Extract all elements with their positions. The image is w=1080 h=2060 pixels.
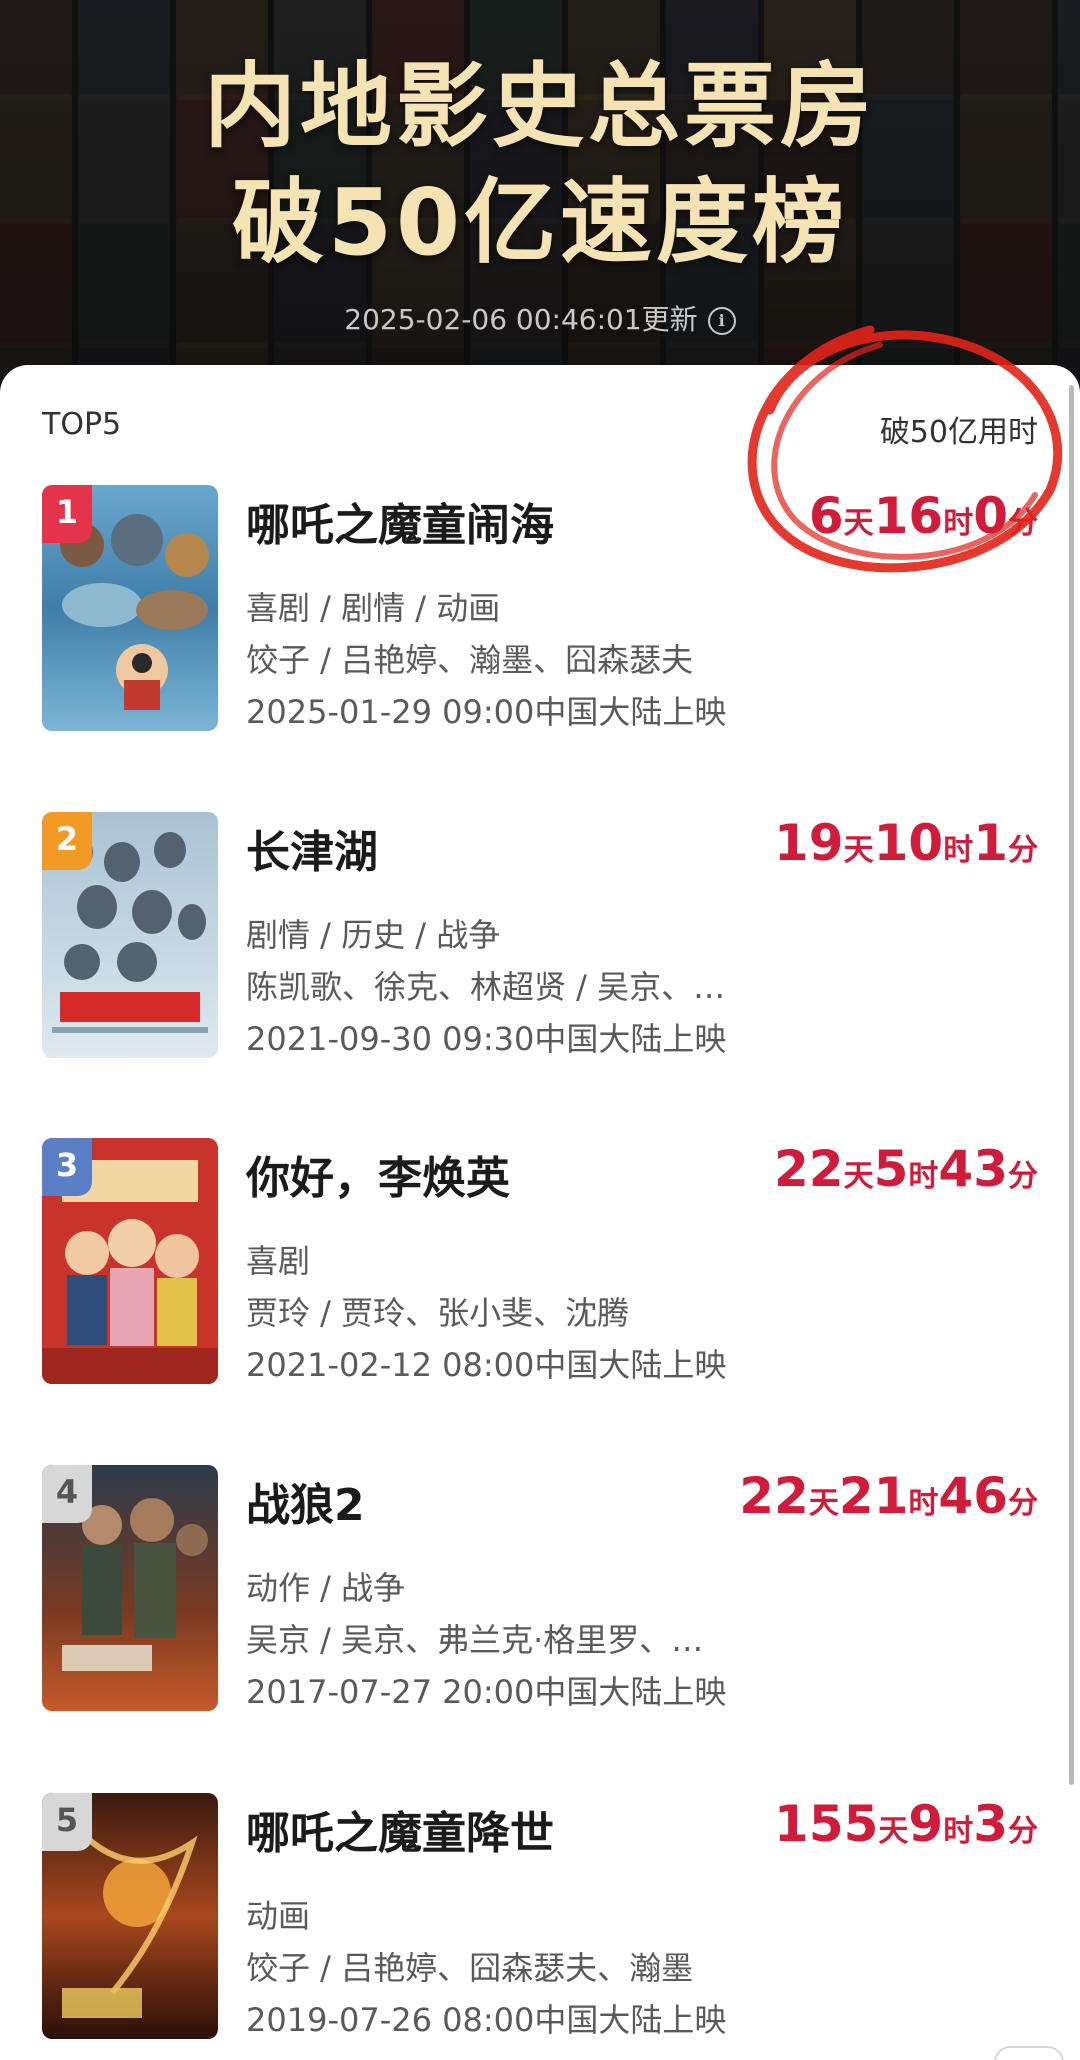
movie-row-1[interactable]: 1 哪吒之魔童闹海 6天16时0分 喜剧 / 剧情 / 动画 饺子 / 吕艳婷、…	[0, 485, 1080, 745]
movie-crew: 吴京 / 吴京、弗兰克·格里罗、…	[246, 1621, 704, 1659]
time-hours-value: 10	[873, 814, 944, 872]
rank-badge: 4	[42, 1465, 92, 1523]
time-days-value: 155	[774, 1795, 879, 1853]
breakthrough-time: 22天5时43分	[774, 1140, 1038, 1198]
movie-row-5[interactable]: 5 哪吒之魔童降世 155天9时3分 动画 饺子 / 吕艳婷、囧森瑟夫、瀚墨 2…	[0, 1793, 1080, 2053]
time-hours-unit: 时	[908, 1486, 939, 1521]
movie-genre: 动作 / 战争	[246, 1569, 406, 1607]
movie-release: 2025-01-29 09:00中国大陆上映	[246, 693, 727, 731]
time-days-value: 19	[774, 814, 844, 872]
time-hours-unit: 时	[943, 1814, 974, 1849]
watermark	[994, 2046, 1064, 2060]
movie-crew: 贾玲 / 贾玲、张小斐、沈腾	[246, 1294, 630, 1332]
movie-poster[interactable]: 2	[42, 812, 218, 1058]
movie-row-4[interactable]: 4 战狼2 22天21时46分 动作 / 战争 吴京 / 吴京、弗兰克·格里罗、…	[0, 1465, 1080, 1725]
list-header-time-label: 破50亿用时	[879, 415, 1038, 450]
breakthrough-time: 19天10时1分	[774, 814, 1038, 872]
time-hours-value: 5	[873, 1140, 909, 1198]
time-hours-unit: 时	[908, 1159, 939, 1194]
movie-release: 2019-07-26 08:00中国大陆上映	[246, 2001, 727, 2039]
time-minutes-unit: 分	[1008, 1159, 1038, 1194]
time-days-value: 22	[739, 1467, 809, 1525]
movie-row-3[interactable]: 3 你好，李焕英 22天5时43分 喜剧 贾玲 / 贾玲、张小斐、沈腾 2021…	[0, 1138, 1080, 1398]
time-hours-unit: 时	[943, 833, 974, 868]
page-title-line2: 破50亿速度榜	[231, 169, 849, 276]
page-title-line1: 内地影史总票房	[203, 53, 876, 160]
time-minutes-value: 1	[973, 814, 1008, 872]
update-time: 2025-02-06 00:46:01更新	[344, 303, 698, 336]
rank-badge: 5	[42, 1793, 92, 1851]
movie-poster[interactable]: 4	[42, 1465, 218, 1711]
time-minutes-unit: 分	[1008, 506, 1038, 541]
movie-title[interactable]: 哪吒之魔童降世	[246, 1797, 554, 1861]
movie-release: 2021-09-30 09:30中国大陆上映	[246, 1020, 727, 1058]
rank-badge: 3	[42, 1138, 92, 1196]
time-minutes-unit: 分	[1008, 1486, 1038, 1521]
movie-poster[interactable]: 3	[42, 1138, 218, 1384]
movie-title[interactable]: 你好，李焕英	[246, 1142, 510, 1206]
time-minutes-value: 43	[938, 1140, 1008, 1198]
app-root: 内地影史总票房 破50亿速度榜 2025-02-06 00:46:01更新 i T…	[0, 0, 1080, 2060]
info-icon[interactable]: i	[707, 307, 736, 335]
breakthrough-time: 155天9时3分	[774, 1795, 1038, 1853]
movie-poster[interactable]: 1	[42, 485, 218, 731]
movie-title[interactable]: 战狼2	[246, 1469, 365, 1533]
movie-crew: 陈凯歌、徐克、林超贤 / 吴京、…	[246, 968, 726, 1006]
time-minutes-value: 3	[973, 1795, 1008, 1853]
movie-crew: 饺子 / 吕艳婷、囧森瑟夫、瀚墨	[246, 1949, 694, 1987]
breakthrough-time: 22天21时46分	[739, 1467, 1038, 1525]
movie-title[interactable]: 长津湖	[246, 816, 378, 880]
time-hours-value: 21	[838, 1467, 909, 1525]
movie-release: 2017-07-27 20:00中国大陆上映	[246, 1673, 727, 1711]
rank-badge: 2	[42, 812, 92, 870]
update-time-row: 2025-02-06 00:46:01更新 i	[0, 298, 1080, 338]
header-banner: 内地影史总票房 破50亿速度榜 2025-02-06 00:46:01更新 i	[0, 0, 1080, 420]
movie-release: 2021-02-12 08:00中国大陆上映	[246, 1346, 727, 1384]
list-header-top5: TOP5	[42, 407, 122, 442]
time-minutes-value: 46	[938, 1467, 1008, 1525]
time-minutes-unit: 分	[1008, 833, 1038, 868]
time-days-value: 22	[774, 1140, 844, 1198]
movie-genre: 动画	[246, 1897, 311, 1935]
time-days-unit: 天	[808, 1486, 839, 1521]
movie-genre: 剧情 / 历史 / 战争	[246, 916, 501, 954]
time-hours-value: 16	[873, 487, 944, 545]
time-minutes-unit: 分	[1008, 1814, 1038, 1849]
watermark-logo	[994, 2046, 1064, 2060]
movie-genre: 喜剧	[246, 1242, 311, 1280]
time-hours-value: 9	[908, 1795, 944, 1853]
ranking-card: TOP5 破50亿用时 1 哪吒之魔童闹海 6天16时0分 喜剧 / 剧情 / …	[0, 365, 1080, 2060]
time-days-unit: 天	[843, 1159, 874, 1194]
time-days-unit: 天	[843, 833, 874, 868]
time-days-value: 6	[808, 487, 844, 545]
time-hours-unit: 时	[943, 506, 974, 541]
movie-crew: 饺子 / 吕艳婷、瀚墨、囧森瑟夫	[246, 641, 694, 679]
movie-poster[interactable]: 5	[42, 1793, 218, 2039]
movie-genre: 喜剧 / 剧情 / 动画	[246, 589, 501, 627]
time-days-unit: 天	[878, 1814, 909, 1849]
movie-title[interactable]: 哪吒之魔童闹海	[246, 489, 554, 553]
time-days-unit: 天	[843, 506, 874, 541]
rank-badge: 1	[42, 485, 92, 543]
time-minutes-value: 0	[973, 487, 1008, 545]
breakthrough-time: 6天16时0分	[809, 487, 1038, 545]
movie-row-2[interactable]: 2 长津湖 19天10时1分 剧情 / 历史 / 战争 陈凯歌、徐克、林超贤 /…	[0, 812, 1080, 1072]
